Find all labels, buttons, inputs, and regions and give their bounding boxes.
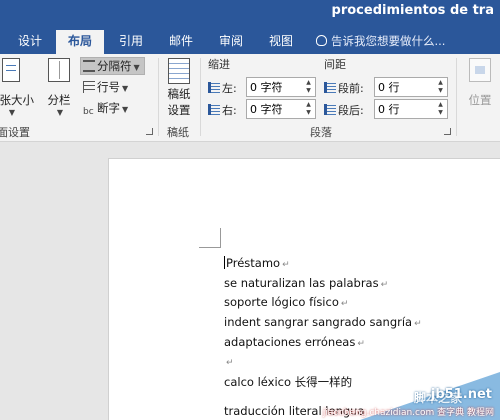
watermark-url: jiaocheng.chazidian.com 查字典 教程网 [322,408,494,418]
margin-corner-mark [199,228,221,248]
hyphenation-label: 断字 [97,101,120,115]
document-line[interactable]: indent sangrar sangrado sangría ↵ [224,315,422,329]
size-label: 纸张大小 [0,93,34,107]
tab-view[interactable]: 视图 [257,30,305,54]
page-setup-group-label: 页面设置 [0,126,30,139]
group-divider [200,58,201,136]
document-line[interactable]: adaptaciones erróneas ↵ [224,335,365,349]
spin-up-icon: ▲ [438,101,443,108]
document-line[interactable]: Préstamo ↵ [224,256,290,270]
spinner-arrows[interactable]: ▲ ▼ [435,79,446,95]
spacing-title: 间距 [324,58,346,71]
spinner-arrows[interactable]: ▲ ▼ [303,79,314,95]
group-divider [158,58,159,136]
document-line[interactable]: ↵ [224,354,234,368]
watermark-site: jb51.net [430,387,492,402]
spin-up-icon: ▲ [306,79,311,86]
spin-down-icon: ▼ [438,87,443,94]
paragraph-launcher[interactable] [444,128,451,135]
columns-icon [48,58,70,82]
chevron-down-icon: ▼ [56,108,64,117]
spacing-before-label: 段前: [324,80,364,96]
line-numbers-button[interactable]: 行号 ▼ [81,78,132,96]
title-bar: procedimientos de tra 设计 布局 引用 邮件 审阅 视图 … [0,0,500,54]
position-label: 位置 [468,93,492,107]
document-line[interactable]: se naturalizan las palabras ↵ [224,276,388,290]
breaks-icon [83,60,95,72]
spin-up-icon: ▲ [438,79,443,86]
indent-left-icon [208,82,220,93]
tell-me-search[interactable]: 告诉我您想要做什么... [316,30,445,54]
chevron-down-icon: ▼ [8,108,16,117]
spacing-after-field[interactable]: ▲▼ [374,99,448,119]
spacing-before-icon [324,82,336,93]
columns-label: 分栏 [47,93,71,107]
spin-down-icon: ▼ [306,109,311,116]
indent-left-label: 左: [208,80,237,96]
breaks-button[interactable]: 分隔符 ▼ [80,57,145,75]
position-icon [469,58,491,82]
spin-down-icon: ▼ [438,109,443,116]
hyphenation-icon: bc [83,107,94,117]
line-numbers-icon [83,81,95,93]
text-cursor [224,256,225,269]
columns-button[interactable]: 分栏 ▼ [44,58,74,117]
indent-left-field[interactable]: ▲▼ [246,77,316,97]
spacing-after-label: 段后: [324,102,364,118]
tab-design[interactable]: 设计 [6,30,54,54]
page-setup-launcher[interactable] [146,128,153,135]
indent-title: 缩进 [208,58,230,71]
tab-layout[interactable]: 布局 [56,30,105,54]
breaks-label: 分隔符 [97,59,132,73]
document-line[interactable]: soporte lógico físico ↵ [224,295,348,309]
spinner-arrows[interactable]: ▲ ▼ [435,101,446,117]
tab-mailings[interactable]: 邮件 [157,30,205,54]
paragraph-group-label: 段落 [310,126,332,139]
spacing-before-field[interactable]: ▲▼ [374,77,448,97]
position-button[interactable]: 位置 [462,58,498,108]
manuscript-settings-button[interactable]: 稿纸 设置 [162,58,196,118]
site-watermark: 脚本之家 jb51.net jiaocheng.chazidian.com 查字… [323,372,500,420]
spin-up-icon: ▲ [306,101,311,108]
spin-down-icon: ▼ [306,87,311,94]
manuscript-group-label: 稿纸 [167,126,189,139]
manuscript-label-1: 稿纸 [167,87,191,101]
chevron-down-icon: ▼ [122,84,129,93]
size-button[interactable]: 纸张大小 ▼ [0,58,36,117]
hyphenation-button[interactable]: bc 断字 ▼ [81,99,132,117]
indent-right-field[interactable]: ▲▼ [246,99,316,119]
group-divider [456,58,457,136]
indent-right-label: 右: [208,102,237,118]
indent-right-icon [208,104,220,115]
lightbulb-icon [316,35,327,46]
chevron-down-icon: ▼ [122,105,129,114]
line-numbers-label: 行号 [97,80,120,94]
paper-size-icon [2,58,20,82]
ribbon: 纸张大小 ▼ 分栏 ▼ 分隔符▼ 行号▼ bc断字▼ 页面设置 稿纸 设置 稿纸… [0,54,500,142]
tell-me-placeholder: 告诉我您想要做什么... [331,34,446,48]
manuscript-grid-icon [168,58,190,84]
chevron-down-icon: ▼ [133,63,140,72]
tab-review[interactable]: 审阅 [207,30,255,54]
manuscript-label-2: 设置 [167,103,191,117]
spinner-arrows[interactable]: ▲ ▼ [303,101,314,117]
document-title: procedimientos de tra [331,3,494,18]
tab-references[interactable]: 引用 [107,30,155,54]
spacing-after-icon [324,104,336,115]
